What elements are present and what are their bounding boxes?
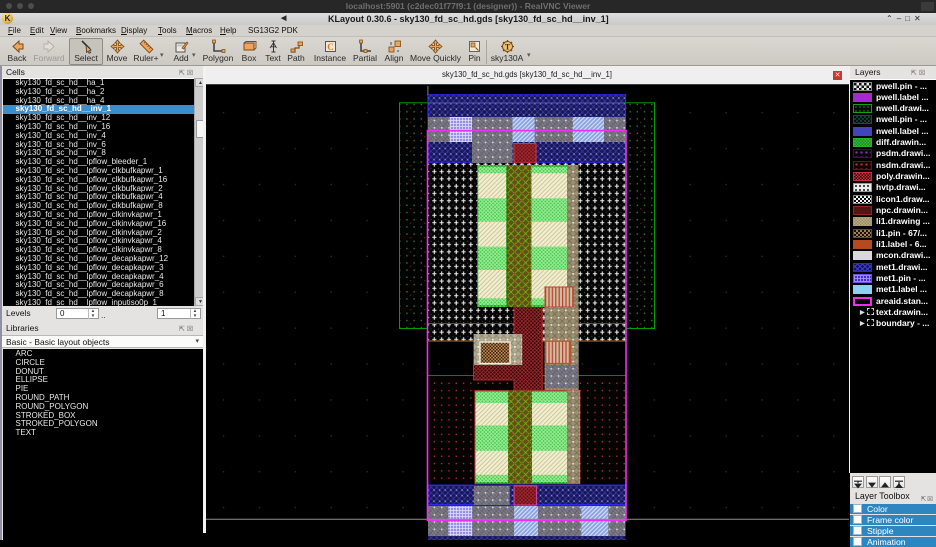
svg-text:C: C [327,42,334,52]
svg-text:T: T [504,42,510,51]
